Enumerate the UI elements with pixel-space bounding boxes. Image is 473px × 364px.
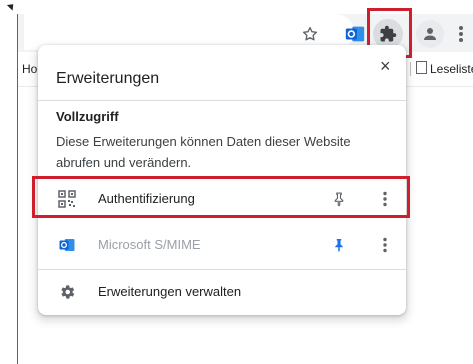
bookmarks-separator <box>410 62 411 76</box>
browser-menu-button[interactable] <box>454 22 468 46</box>
extension-name: Microsoft S/MIME <box>98 237 201 252</box>
divider <box>38 100 406 101</box>
bookmark-star-button[interactable] <box>298 22 322 46</box>
outlook-icon <box>59 239 75 251</box>
profile-icon <box>424 28 436 40</box>
pin-filled-icon <box>335 239 343 252</box>
divider <box>38 269 406 270</box>
outlook-icon <box>345 26 365 42</box>
gear-icon <box>61 285 75 299</box>
manage-extensions-row[interactable]: Erweiterungen verwalten <box>38 273 406 311</box>
more-options-button[interactable] <box>376 236 394 254</box>
extension-row-microsoft-smime[interactable]: Microsoft S/MIME <box>38 226 406 264</box>
section-title: Vollzugriff <box>56 109 119 124</box>
profile-button[interactable] <box>416 20 444 48</box>
popup-title: Erweiterungen <box>56 70 160 87</box>
manage-extensions-label: Erweiterungen verwalten <box>98 284 242 299</box>
menu-icon <box>459 26 463 42</box>
close-icon: × <box>380 56 391 76</box>
section-description: Diese Erweiterungen können Daten dieser … <box>56 134 351 170</box>
pin-button[interactable] <box>330 236 348 254</box>
more-vert-icon <box>383 237 387 253</box>
bookmark-item[interactable]: Ho <box>22 62 37 76</box>
star-icon <box>302 26 318 41</box>
close-button[interactable]: × <box>380 57 391 75</box>
reading-list-icon <box>416 61 427 74</box>
cursor-caret-icon <box>6 1 17 11</box>
outlook-extension-button[interactable] <box>343 22 367 46</box>
highlight-authentifizierung-row <box>32 176 410 218</box>
reading-list-button[interactable]: Leseliste <box>430 62 473 76</box>
